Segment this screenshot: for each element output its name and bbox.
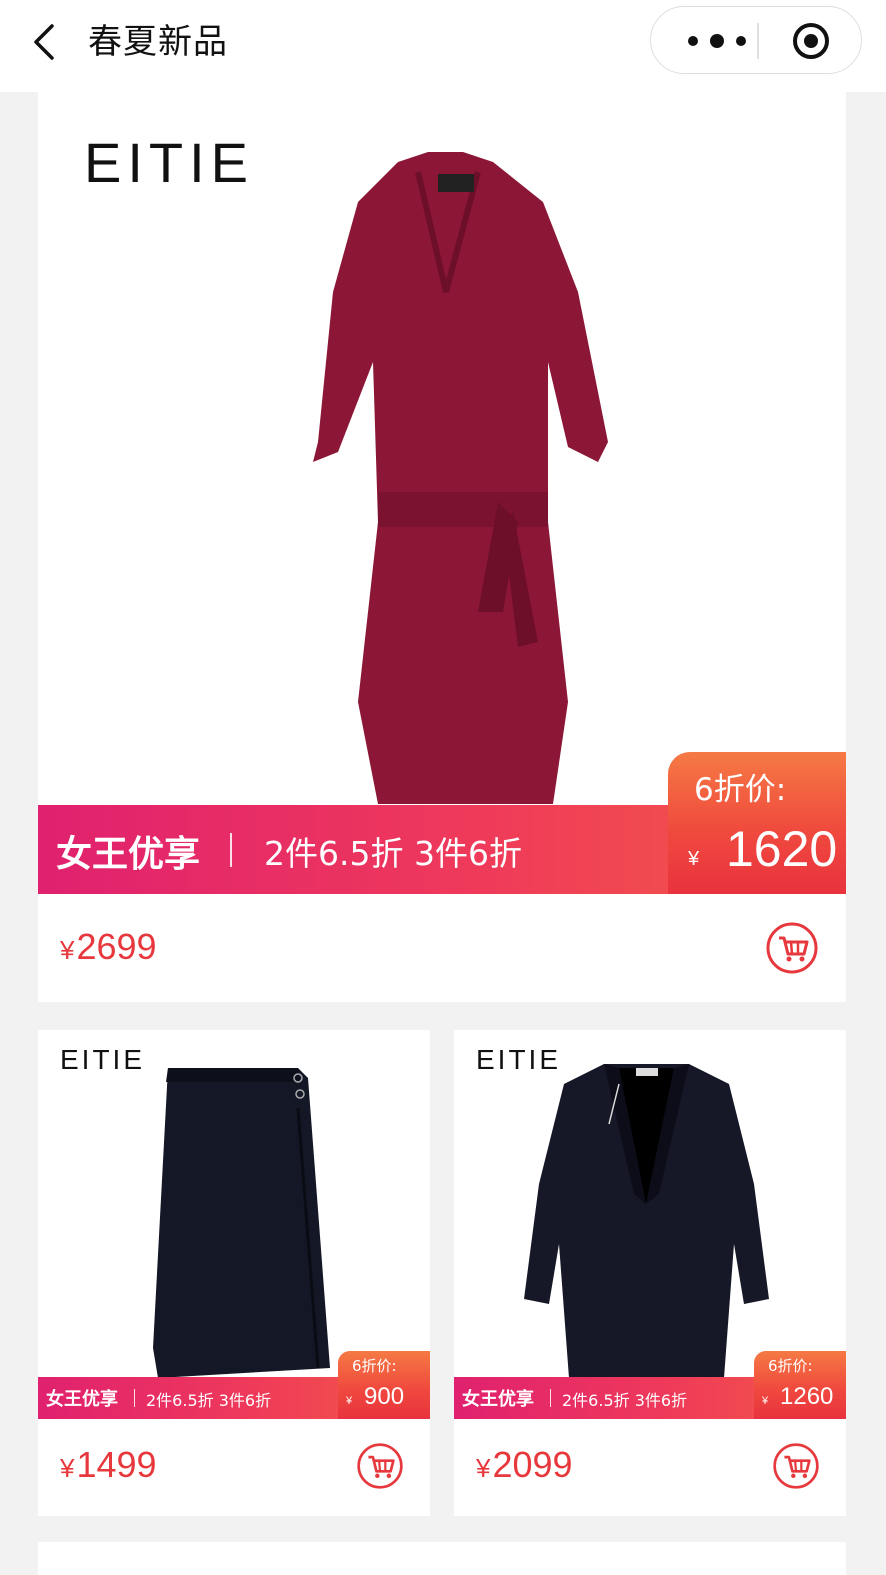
brand-logo: EITIE — [60, 1044, 146, 1075]
discount-price-box: 6折价: ¥ 900 — [338, 1351, 430, 1419]
product-card-skirt[interactable]: EITIE 女王优享 2件6.5折 3件6折 6折价: ¥ 900 ¥1499 — [38, 1030, 430, 1516]
product-image-skirt[interactable] — [148, 1068, 333, 1378]
product-card-next[interactable] — [38, 1542, 846, 1575]
price-value: 2099 — [492, 1444, 573, 1485]
product-image-blazer[interactable] — [524, 1064, 769, 1378]
add-to-cart-icon[interactable] — [772, 1442, 820, 1490]
original-price: ¥2099 — [476, 1444, 573, 1486]
discount-price: 900 — [364, 1383, 405, 1410]
back-arrow-icon[interactable] — [22, 18, 70, 66]
discount-currency: ¥ — [688, 848, 700, 870]
capsule-divider — [757, 23, 759, 59]
more-dots-icon[interactable] — [679, 27, 755, 55]
page-title: 春夏新品 — [88, 22, 228, 62]
promo-tag: 女王优享 — [56, 834, 201, 875]
discount-price: 1260 — [780, 1383, 834, 1410]
price-value: 2699 — [76, 926, 157, 967]
nav-bar: 春夏新品 — [0, 0, 886, 92]
discount-currency: ¥ — [346, 1395, 353, 1407]
promo-separator — [550, 1389, 551, 1407]
discount-label: 6折价: — [352, 1357, 397, 1375]
promo-separator — [134, 1389, 135, 1407]
price-currency: ¥ — [60, 935, 75, 965]
promo-deal: 2件6.5折 3件6折 — [562, 1391, 688, 1410]
add-to-cart-icon[interactable] — [765, 921, 819, 975]
promo-deal: 2件6.5折 3件6折 — [264, 834, 522, 873]
discount-label: 6折价: — [768, 1357, 813, 1375]
price-value: 1499 — [76, 1444, 157, 1485]
add-to-cart-icon[interactable] — [356, 1442, 404, 1490]
product-image-dress[interactable] — [278, 142, 608, 804]
discount-price-box: 6折价: ¥ 1620 — [668, 752, 846, 894]
product-card-featured[interactable]: EITIE 女王优享 2件6.5折 3件6折 6折价: ¥ 1620 ¥2699 — [38, 92, 846, 1002]
discount-currency: ¥ — [762, 1395, 769, 1407]
original-price: ¥2699 — [60, 926, 157, 968]
close-target-icon[interactable] — [791, 21, 831, 61]
product-card-blazer[interactable]: EITIE 女王优享 2件6.5折 3件6折 6折价: ¥ 1260 ¥2099 — [454, 1030, 846, 1516]
promo-deal: 2件6.5折 3件6折 — [146, 1391, 272, 1410]
brand-logo: EITIE — [84, 131, 255, 194]
original-price: ¥1499 — [60, 1444, 157, 1486]
discount-price: 1620 — [726, 821, 838, 877]
price-currency: ¥ — [476, 1453, 491, 1483]
promo-tag: 女王优享 — [46, 1389, 118, 1410]
discount-price-box: 6折价: ¥ 1260 — [754, 1351, 846, 1419]
promo-separator — [230, 833, 232, 867]
discount-label: 6折价: — [694, 772, 787, 808]
price-currency: ¥ — [60, 1453, 75, 1483]
mini-program-capsule — [650, 6, 862, 74]
promo-tag: 女王优享 — [462, 1389, 534, 1410]
